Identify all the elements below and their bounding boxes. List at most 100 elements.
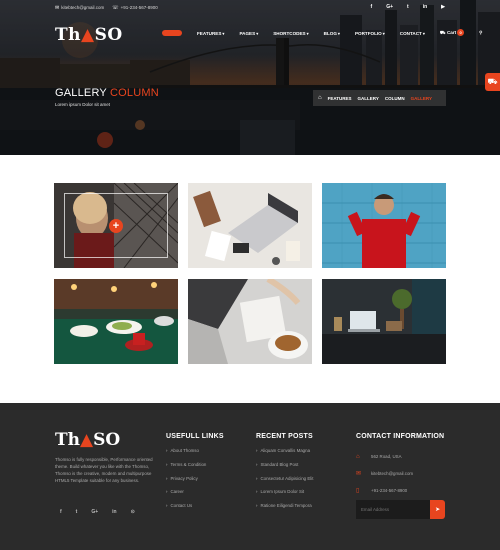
footer-link-label: Career: [170, 489, 184, 495]
phone-item[interactable]: ☏ +91-234-567-8900: [112, 5, 157, 11]
floating-cart-button[interactable]: ⛟: [485, 73, 500, 91]
recent-post-link[interactable]: › Consectetur Adipisicing Elit: [256, 476, 313, 490]
contact-email-text: kitebtech@gmail.com: [371, 471, 414, 476]
location-icon: ⌂: [356, 453, 360, 460]
recent-post-link[interactable]: › Ratione Eiligendi Tempora: [256, 503, 313, 517]
chevron-right-icon: ›: [256, 503, 258, 509]
nav-portfolio[interactable]: PORTFOLIO▾: [355, 31, 385, 36]
contact-info-column: CONTACT INFORMATION ⌂ 562 Road, USA ✉ kite…: [356, 433, 444, 499]
contact-info-heading: CONTACT INFORMATION: [356, 433, 445, 440]
gallery-item[interactable]: [188, 183, 312, 268]
footer-link[interactable]: › Terms & Condition: [166, 462, 224, 476]
chevron-down-icon: ▾: [256, 30, 259, 36]
logo-text-a: Th: [55, 25, 82, 45]
gallery-image: [188, 279, 312, 364]
nav-cart[interactable]: ⛟ Cart 0: [440, 29, 465, 37]
envelope-icon: ✉: [356, 471, 362, 477]
hero-overlay: [0, 0, 500, 155]
zoom-plus-button[interactable]: +: [109, 219, 123, 233]
footer-link[interactable]: › Contact Us: [166, 503, 224, 517]
gallery-image: [322, 279, 446, 364]
nav-label: BLOG: [323, 30, 337, 36]
breadcrumb-item[interactable]: GALLERY: [358, 96, 379, 101]
phone-icon: ☏: [112, 5, 119, 11]
nav-home-active[interactable]: [162, 30, 182, 36]
breadcrumb-current: GALLERY: [410, 95, 432, 101]
nav-contact[interactable]: CONTACT▾: [400, 31, 425, 36]
chevron-down-icon: ▾: [422, 30, 425, 36]
logo-flame-icon: ▲: [80, 430, 94, 450]
nav-blog[interactable]: BLOG▾: [324, 31, 340, 36]
recent-posts-heading: RECENT POSTS: [256, 433, 313, 440]
email-input[interactable]: [356, 500, 431, 519]
chevron-right-icon: ›: [256, 489, 258, 495]
breadcrumb-item[interactable]: FEATURES: [328, 96, 352, 101]
nav-shortcodes[interactable]: SHORTCODES▾: [273, 31, 308, 36]
twitter-icon[interactable]: t: [76, 509, 78, 515]
chevron-right-icon: ›: [166, 475, 168, 481]
contact-address: ⌂ 562 Road, USA: [356, 448, 444, 465]
nav-label: PAGES: [239, 30, 256, 36]
gallery-item[interactable]: +: [54, 183, 178, 268]
linkedin-icon[interactable]: in: [112, 509, 116, 515]
chevron-right-icon: ›: [256, 461, 258, 467]
recent-posts-column: RECENT POSTS › Aliquam Convallis Magna › S…: [256, 433, 313, 517]
logo-text-a: Th: [55, 430, 81, 450]
chevron-down-icon: ▾: [337, 30, 340, 36]
recent-post-label: Lorem Ipsum Dolor Sit: [260, 489, 305, 495]
recent-post-link[interactable]: › Lorem Ipsum Dolor Sit: [256, 489, 313, 503]
contact-phone[interactable]: ▯ +91-234-567-8900: [356, 482, 444, 499]
nav-pages[interactable]: PAGES▾: [239, 31, 258, 36]
facebook-icon[interactable]: f: [60, 509, 62, 515]
cart-icon: ⛟: [487, 77, 498, 86]
gallery-item[interactable]: [322, 279, 446, 364]
envelope-icon: ✉: [55, 5, 60, 11]
rss-icon[interactable]: ⊙: [131, 509, 135, 515]
cart-count-badge: 0: [457, 29, 465, 36]
google-plus-icon[interactable]: G+: [91, 509, 98, 515]
home-icon[interactable]: ⌂: [318, 95, 322, 101]
breadcrumb-item[interactable]: COLUMN: [385, 96, 405, 101]
recent-post-link[interactable]: › Standard Blog Post: [256, 462, 313, 476]
footer-logo[interactable]: Th▲SO: [55, 430, 120, 450]
hero-banner: ✉ kitebtech@gmail.com ☏ +91-234-567-8900 f…: [0, 0, 500, 155]
footer-link[interactable]: › About Thomso: [166, 448, 224, 462]
chevron-right-icon: ›: [166, 448, 168, 453]
site-logo[interactable]: Th▲SO: [55, 25, 123, 45]
chevron-down-icon: ▾: [306, 30, 309, 36]
cart-label: Cart: [446, 30, 457, 35]
chevron-right-icon: ›: [256, 448, 258, 453]
linkedin-icon[interactable]: in: [423, 4, 427, 10]
contact-phone-text: +91-234-567-8900: [371, 488, 408, 493]
newsletter-form: ➤: [356, 500, 445, 519]
top-contact-bar: ✉ kitebtech@gmail.com ☏ +91-234-567-8900: [55, 5, 158, 11]
page-title-main: GALLERY: [55, 87, 107, 99]
search-icon[interactable]: ⚲: [479, 30, 482, 36]
gallery-image: [188, 183, 312, 268]
recent-post-label: Consectetur Adipisicing Elit: [260, 475, 314, 481]
recent-post-link[interactable]: › Aliquam Convallis Magna: [256, 448, 313, 462]
recent-post-label: Aliquam Convallis Magna: [260, 448, 311, 453]
gallery-item[interactable]: [322, 183, 446, 268]
gallery-item[interactable]: [54, 279, 178, 364]
chevron-right-icon: ›: [166, 461, 168, 467]
footer-link[interactable]: › Privacy Policy: [166, 476, 224, 490]
send-icon: ➤: [435, 507, 441, 513]
gallery-item[interactable]: [188, 279, 312, 364]
youtube-icon[interactable]: ▶: [441, 4, 445, 10]
google-plus-icon[interactable]: G+: [386, 4, 393, 10]
chevron-down-icon: ▾: [382, 30, 385, 36]
breadcrumb: ⌂ FEATURES GALLERY COLUMN GALLERY: [313, 90, 446, 106]
twitter-icon[interactable]: t: [407, 4, 409, 10]
email-text: kitebtech@gmail.com: [61, 5, 105, 10]
contact-email[interactable]: ✉ kitebtech@gmail.com: [356, 465, 444, 482]
nav-features[interactable]: FEATURES▾: [197, 31, 224, 36]
gallery-image: [322, 183, 446, 268]
logo-flame-icon: ▲: [81, 25, 95, 45]
footer-link[interactable]: › Career: [166, 489, 224, 503]
subscribe-button[interactable]: ➤: [430, 500, 445, 519]
email-item[interactable]: ✉ kitebtech@gmail.com: [55, 5, 104, 11]
footer-about-text: Thomso is fully responsible, Performance…: [55, 457, 153, 483]
contact-address-text: 562 Road, USA: [371, 454, 402, 459]
facebook-icon[interactable]: f: [371, 4, 373, 10]
